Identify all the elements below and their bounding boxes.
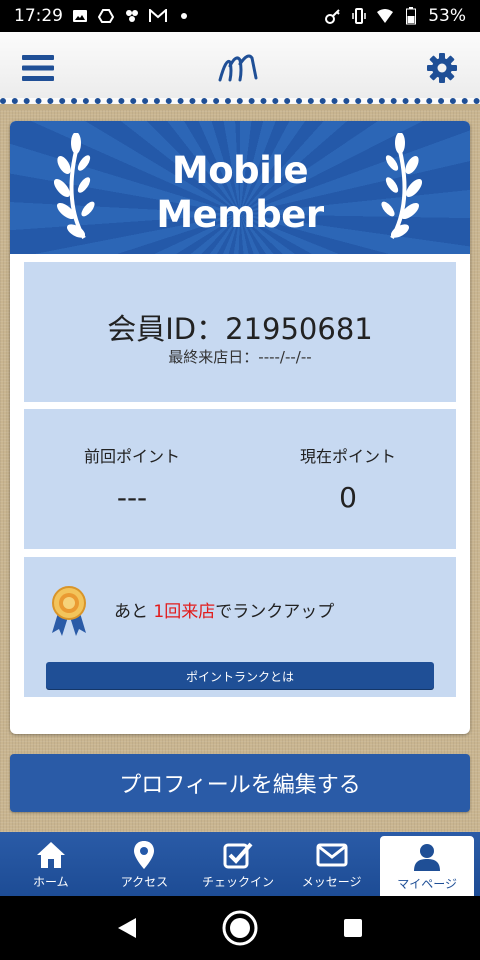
home-circle-icon	[222, 910, 258, 946]
mail-icon	[315, 839, 349, 871]
app-logo	[216, 48, 264, 88]
hamburger-menu-icon	[22, 55, 54, 81]
current-points: 現在ポイント 0	[240, 443, 456, 514]
dot-icon	[175, 7, 193, 25]
key-icon	[324, 7, 342, 25]
tab-access[interactable]: アクセス	[98, 832, 192, 896]
medal-icon	[52, 586, 86, 636]
tab-mypage[interactable]: マイページ	[380, 836, 474, 896]
settings-button[interactable]	[424, 50, 460, 86]
image-icon	[71, 7, 89, 25]
tab-message-label: メッセージ	[301, 874, 362, 889]
member-id: 会員ID：21950681	[107, 312, 373, 346]
battery-icon	[402, 7, 420, 25]
pinwheel-icon	[123, 7, 141, 25]
tab-checkin-label: チェックイン	[201, 874, 274, 889]
wifi-icon	[376, 7, 394, 25]
points-panel: 前回ポイント --- 現在ポイント 0	[24, 409, 456, 549]
tab-checkin[interactable]: チェックイン	[191, 832, 285, 896]
member-id-panel: 会員ID：21950681 最終来店日：----/--/--	[24, 262, 456, 402]
recents-button[interactable]	[329, 904, 377, 952]
current-points-label: 現在ポイント	[299, 447, 396, 466]
rank-up-message: あと 1回来店でランクアップ	[114, 597, 334, 622]
previous-points-label: 前回ポイント	[83, 447, 180, 466]
tab-home[interactable]: ホーム	[4, 832, 98, 896]
tab-home-label: ホーム	[32, 874, 69, 889]
map-pin-icon	[127, 839, 161, 871]
home-button[interactable]	[216, 904, 264, 952]
checkbox-icon	[221, 839, 255, 871]
rank-highlight: 1回来店	[153, 602, 216, 622]
tab-mypage-label: マイページ	[397, 876, 458, 891]
back-triangle-icon	[117, 918, 136, 938]
rank-prefix: あと	[114, 602, 154, 622]
tab-access-label: アクセス	[120, 874, 169, 889]
gear-icon	[427, 53, 457, 83]
user-icon	[410, 841, 444, 873]
home-icon	[34, 839, 68, 871]
battery-percent: 53%	[428, 6, 466, 26]
recents-square-icon	[344, 919, 363, 937]
bottom-tab-bar: ホーム アクセス チェックイン メッセージ マイページ	[0, 832, 480, 896]
point-rank-button[interactable]: ポイントランクとは	[46, 662, 434, 690]
status-time: 17:29	[14, 6, 63, 26]
last-visit-date: 最終来店日：----/--/--	[168, 348, 312, 366]
laurel-right-icon	[381, 133, 422, 239]
current-points-value: 0	[339, 481, 357, 514]
rank-suffix: でランクアップ	[215, 602, 335, 622]
previous-points: 前回ポイント ---	[24, 443, 240, 514]
status-bar: 17:29 53%	[0, 0, 480, 32]
drive-icon	[97, 7, 115, 25]
tab-message[interactable]: メッセージ	[285, 832, 379, 896]
vibrate-icon	[350, 7, 368, 25]
rank-panel: あと 1回来店でランクアップ ポイントランクとは	[24, 557, 456, 697]
gmail-icon	[149, 7, 167, 25]
member-banner: Mobile Member	[10, 121, 470, 254]
edit-profile-button[interactable]: プロフィールを編集する	[10, 754, 470, 812]
menu-button[interactable]	[20, 50, 56, 86]
system-navigation-bar	[0, 896, 480, 960]
previous-points-value: ---	[116, 481, 148, 514]
member-card: Mobile Member 会員ID：21950681 最終来店日：----/-…	[10, 121, 470, 734]
app-header	[0, 32, 480, 104]
back-button[interactable]	[103, 904, 151, 952]
